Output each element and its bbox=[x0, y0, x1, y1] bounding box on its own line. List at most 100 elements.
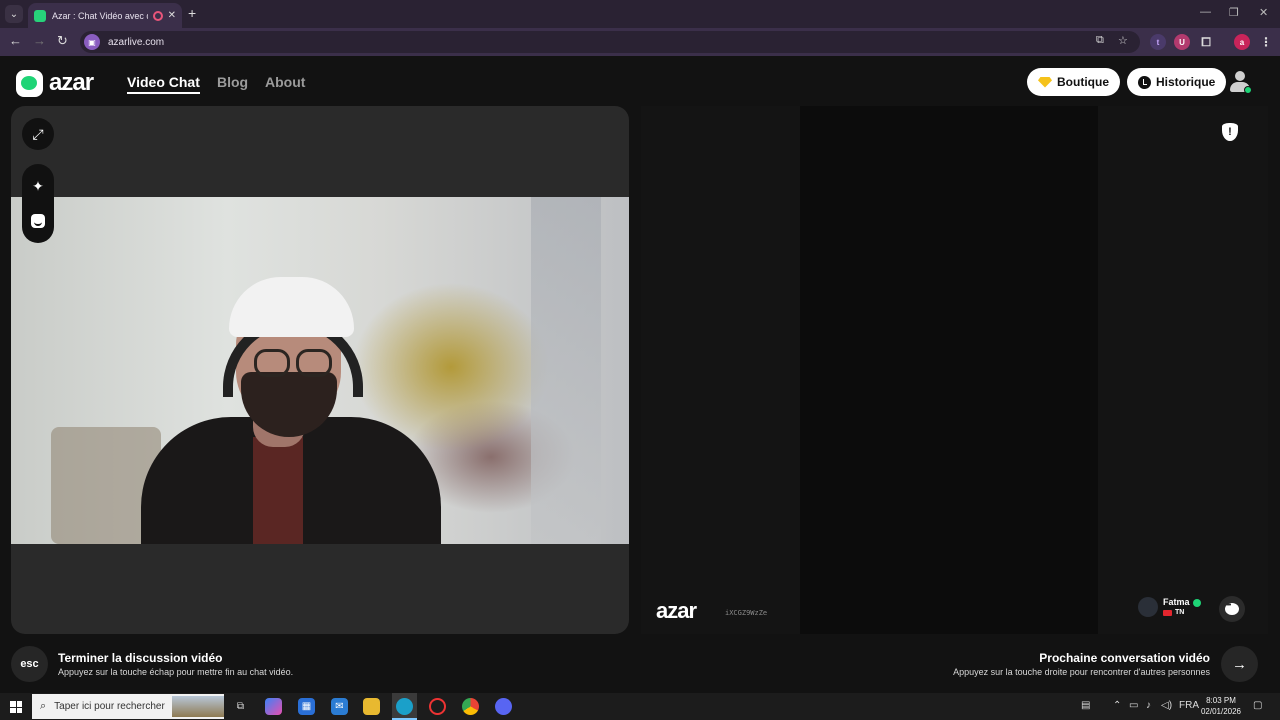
reload-icon[interactable]: ↻ bbox=[57, 33, 68, 49]
browser-tab-bar: ⌄ Azar : Chat Vidéo avec de nouveaux ami… bbox=[0, 0, 1280, 28]
historique-button[interactable]: Historique bbox=[1127, 68, 1227, 96]
screen: ⌄ Azar : Chat Vidéo avec de nouveaux ami… bbox=[0, 0, 1280, 720]
window-close-icon[interactable]: ✕ bbox=[1259, 6, 1268, 19]
tab-title: Azar : Chat Vidéo avec de nouveaux amis bbox=[52, 10, 148, 21]
person-cap bbox=[229, 277, 354, 337]
extension-t-icon[interactable]: t bbox=[1150, 34, 1166, 50]
azar-logo-icon bbox=[16, 69, 43, 97]
online-status-icon bbox=[1244, 86, 1252, 94]
next-chat-title: Prochaine conversation vidéo bbox=[1039, 651, 1210, 665]
boutique-label: Boutique bbox=[1057, 75, 1109, 89]
network-icon[interactable]: ▭ bbox=[1129, 700, 1138, 711]
site-info-icon[interactable]: ▣ bbox=[84, 34, 100, 50]
task-view-icon[interactable]: ⧉ bbox=[232, 698, 249, 715]
windows-taskbar: ⌕ Taper ici pour rechercher ⧉ ▦ ✉ ▤ ⌃ ▭ … bbox=[0, 693, 1280, 720]
next-chat-subtitle: Appuyez sur la touche droite pour rencon… bbox=[953, 667, 1210, 677]
recorder-icon[interactable] bbox=[429, 698, 446, 715]
filters-button[interactable] bbox=[22, 205, 54, 237]
partner-country: TN bbox=[1175, 609, 1185, 616]
azar-watermark: azar bbox=[656, 598, 697, 623]
partner-video-panel: ! azar iXCGZ9WzZe Fatma TN bbox=[641, 106, 1268, 634]
chevron-down-icon: ⌄ bbox=[9, 8, 19, 20]
news-widget-icon[interactable]: ▤ bbox=[1081, 700, 1090, 711]
person-shirt bbox=[253, 437, 303, 544]
discord-icon[interactable] bbox=[495, 698, 512, 715]
nav-blog[interactable]: Blog bbox=[217, 74, 248, 90]
bookmark-star-icon[interactable]: ☆ bbox=[1118, 34, 1128, 47]
azar-favicon-icon bbox=[34, 9, 46, 22]
browser-tab[interactable]: Azar : Chat Vidéo avec de nouveaux amis … bbox=[28, 3, 182, 28]
esc-key-button[interactable]: esc bbox=[11, 646, 48, 682]
store-icon[interactable]: ▦ bbox=[298, 698, 315, 715]
taskbar-date: 02/01/2026 bbox=[1200, 707, 1242, 716]
user-head-icon bbox=[1235, 71, 1245, 81]
effects-button[interactable]: ✦ bbox=[22, 170, 54, 202]
taskbar-clock[interactable]: 8:03 PM 02/01/2026 bbox=[1196, 695, 1246, 717]
expand-button[interactable]: ⤢ bbox=[22, 118, 54, 150]
url-text: azarlive.com bbox=[108, 36, 165, 48]
chrome-icon[interactable] bbox=[462, 698, 479, 715]
nav-about[interactable]: About bbox=[265, 74, 305, 90]
expand-arrows-icon: ⤢ bbox=[32, 125, 44, 142]
effects-toolbar: ✦ bbox=[22, 164, 54, 243]
session-code: iXCGZ9WzZe bbox=[725, 609, 768, 617]
face-filter-icon bbox=[31, 214, 45, 228]
arrow-right-icon: → bbox=[1232, 655, 1247, 673]
clock-icon bbox=[1138, 75, 1151, 89]
partner-camera-feed bbox=[800, 106, 1098, 634]
verified-badge-icon bbox=[1192, 598, 1201, 607]
recording-indicator-icon bbox=[152, 10, 163, 21]
nav-video-chat[interactable]: Video Chat bbox=[127, 74, 200, 94]
taskbar-search-placeholder: Taper ici pour rechercher bbox=[54, 701, 165, 712]
browser-menu-icon[interactable]: ⋮ bbox=[1258, 34, 1274, 50]
chat-bubble-icon bbox=[1225, 602, 1239, 615]
gem-icon bbox=[1038, 76, 1052, 88]
notifications-icon[interactable]: ▢ bbox=[1253, 700, 1262, 711]
self-camera-feed bbox=[11, 197, 629, 544]
azar-logo[interactable]: azar bbox=[16, 69, 94, 97]
address-bar[interactable]: ▣ azarlive.com ⧉ ☆ bbox=[80, 31, 1140, 53]
person-glasses-left bbox=[254, 349, 290, 377]
app-header: azar Video Chat Blog About Boutique Hist… bbox=[0, 56, 1280, 106]
search-highlight-image bbox=[172, 696, 224, 717]
end-chat-title: Terminer la discussion vidéo bbox=[58, 651, 223, 665]
partner-profile[interactable]: Fatma TN bbox=[1138, 597, 1201, 617]
boutique-button[interactable]: Boutique bbox=[1027, 68, 1120, 96]
search-icon: ⌕ bbox=[40, 700, 47, 712]
file-explorer-icon[interactable] bbox=[363, 698, 380, 715]
report-shield-icon[interactable]: ! bbox=[1222, 123, 1238, 141]
person-glasses-right bbox=[296, 349, 332, 377]
tab-close-icon[interactable]: ✕ bbox=[168, 10, 176, 21]
partner-name: Fatma bbox=[1163, 597, 1190, 607]
self-person bbox=[141, 277, 441, 544]
outlook-icon[interactable]: ✉ bbox=[331, 698, 348, 715]
volume-icon[interactable]: ◁) bbox=[1161, 700, 1172, 711]
extensions-puzzle-icon[interactable]: ⧠ bbox=[1198, 34, 1214, 50]
microphone-icon[interactable]: ♪ bbox=[1146, 700, 1151, 711]
browser-toolbar: ← → ↻ ▣ azarlive.com ⧉ ☆ t U ⧠ a ⋮ bbox=[0, 28, 1280, 56]
windows-start-icon[interactable] bbox=[10, 701, 22, 713]
edge-icon[interactable] bbox=[396, 698, 413, 715]
restore-icon[interactable]: ❐ bbox=[1229, 6, 1239, 19]
tab-search-button[interactable]: ⌄ bbox=[5, 5, 23, 23]
taskbar-time: 8:03 PM bbox=[1206, 696, 1236, 705]
self-video-panel: ⤢ ✦ bbox=[11, 106, 629, 634]
extension-u-icon[interactable]: U bbox=[1174, 34, 1190, 50]
next-chat-button[interactable]: → bbox=[1221, 646, 1258, 682]
tray-chevron-up-icon[interactable]: ⌃ bbox=[1113, 700, 1121, 711]
chat-button[interactable] bbox=[1219, 596, 1245, 622]
end-chat-subtitle: Appuyez sur la touche échap pour mettre … bbox=[58, 667, 294, 677]
back-arrow-icon[interactable]: ← bbox=[9, 33, 22, 48]
forward-arrow-icon[interactable]: → bbox=[33, 33, 46, 48]
install-app-icon[interactable]: ⧉ bbox=[1096, 34, 1104, 47]
user-avatar[interactable] bbox=[1228, 70, 1252, 94]
profile-avatar-icon[interactable]: a bbox=[1234, 34, 1250, 50]
flag-tunisia-icon bbox=[1163, 609, 1172, 616]
taskbar-search[interactable]: ⌕ Taper ici pour rechercher bbox=[32, 694, 224, 719]
partner-avatar bbox=[1138, 597, 1158, 617]
copilot-icon[interactable] bbox=[265, 698, 282, 715]
new-tab-button[interactable]: + bbox=[188, 5, 196, 21]
historique-label: Historique bbox=[1156, 75, 1216, 89]
sparkle-icon: ✦ bbox=[32, 177, 44, 194]
minimize-icon[interactable]: — bbox=[1200, 6, 1211, 18]
